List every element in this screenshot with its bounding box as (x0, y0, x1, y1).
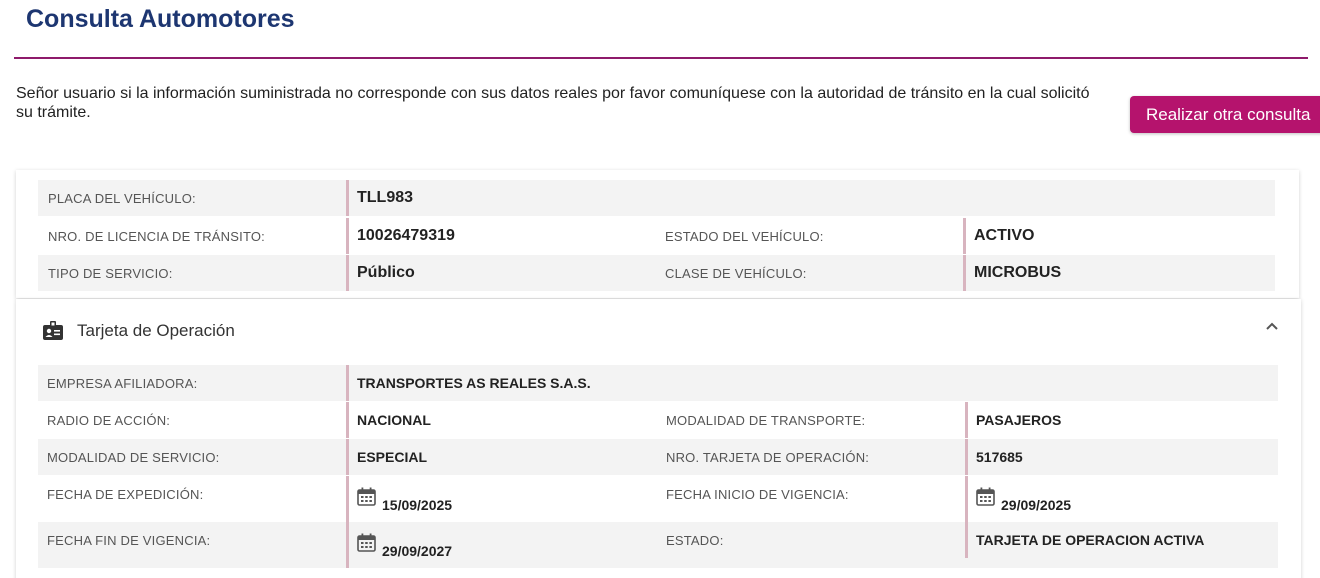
license-row: NRO. DE LICENCIA DE TRÁNSITO: 1002647931… (38, 218, 1275, 254)
page-title: Consulta Automotores (26, 5, 295, 33)
id-card-icon (43, 321, 63, 340)
start-date-label: FECHA INICIO DE VIGENCIA: (666, 486, 849, 502)
license-label: NRO. DE LICENCIA DE TRÁNSITO: (48, 228, 265, 244)
card-number-value: 517685 (976, 449, 1023, 465)
radius-value: NACIONAL (357, 412, 431, 428)
operation-card-title: Tarjeta de Operación (77, 321, 235, 340)
service-row: TIPO DE SERVICIO: Público CLASE DE VEHÍC… (38, 255, 1275, 291)
transport-mode-value: PASAJEROS (976, 412, 1062, 428)
issue-date-row: FECHA DE EXPEDICIÓN: 15/09/2025 FECHA IN… (38, 476, 1278, 522)
company-label: EMPRESA AFILIADORA: (47, 375, 198, 391)
card-number-label: NRO. TARJETA DE OPERACIÓN: (666, 449, 870, 465)
vehicle-class-label: CLASE DE VEHÍCULO: (665, 265, 807, 281)
new-query-button[interactable]: Realizar otra consulta (1130, 96, 1320, 133)
license-value: 10026479319 (357, 227, 455, 244)
operation-card-panel: Tarjeta de Operación EMPRESA AFILIADORA:… (16, 299, 1301, 578)
end-date-row: FECHA FIN DE VIGENCIA: 29/09/2027 ESTADO… (38, 522, 1278, 568)
vehicle-status-value: ACTIVO (974, 227, 1035, 244)
service-mode-value: ESPECIAL (357, 449, 428, 465)
radius-row: RADIO DE ACCIÓN: NACIONAL MODALIDAD DE T… (38, 402, 1278, 438)
plate-value: TLL983 (357, 189, 414, 206)
end-date-label: FECHA FIN DE VIGENCIA: (47, 532, 211, 548)
title-divider (14, 57, 1308, 59)
plate-label: PLACA DEL VEHÍCULO: (48, 190, 196, 206)
radius-label: RADIO DE ACCIÓN: (47, 412, 171, 428)
calendar-icon (357, 533, 376, 552)
service-mode-label: MODALIDAD DE SERVICIO: (47, 449, 220, 465)
vehicle-status-label: ESTADO DEL VEHÍCULO: (665, 228, 824, 244)
transport-mode-label: MODALIDAD DE TRANSPORTE: (666, 412, 866, 428)
state-value: TARJETA DE OPERACION ACTIVA (976, 532, 1205, 548)
end-date-value: 29/09/2027 (382, 543, 453, 559)
calendar-icon (357, 487, 376, 506)
notice-text: Señor usuario si la información suminist… (16, 85, 1090, 121)
company-row: EMPRESA AFILIADORA: TRANSPORTES AS REALE… (38, 365, 1278, 401)
state-label: ESTADO: (666, 532, 724, 548)
chevron-up-icon[interactable] (1265, 321, 1279, 331)
plate-row: PLACA DEL VEHÍCULO: TLL983 (38, 180, 1275, 216)
service-mode-row: MODALIDAD DE SERVICIO: ESPECIAL NRO. TAR… (38, 439, 1278, 475)
start-date-value: 29/09/2025 (1001, 497, 1072, 513)
service-type-value: Público (357, 264, 415, 281)
issue-date-label: FECHA DE EXPEDICIÓN: (47, 486, 204, 502)
issue-date-value: 15/09/2025 (382, 497, 453, 513)
company-value: TRANSPORTES AS REALES S.A.S. (357, 375, 591, 391)
vehicle-class-value: MICROBUS (974, 264, 1062, 281)
calendar-icon (976, 487, 995, 506)
service-type-label: TIPO DE SERVICIO: (48, 265, 173, 281)
vehicle-summary-card: PLACA DEL VEHÍCULO: TLL983 NRO. DE LICEN… (16, 170, 1299, 298)
